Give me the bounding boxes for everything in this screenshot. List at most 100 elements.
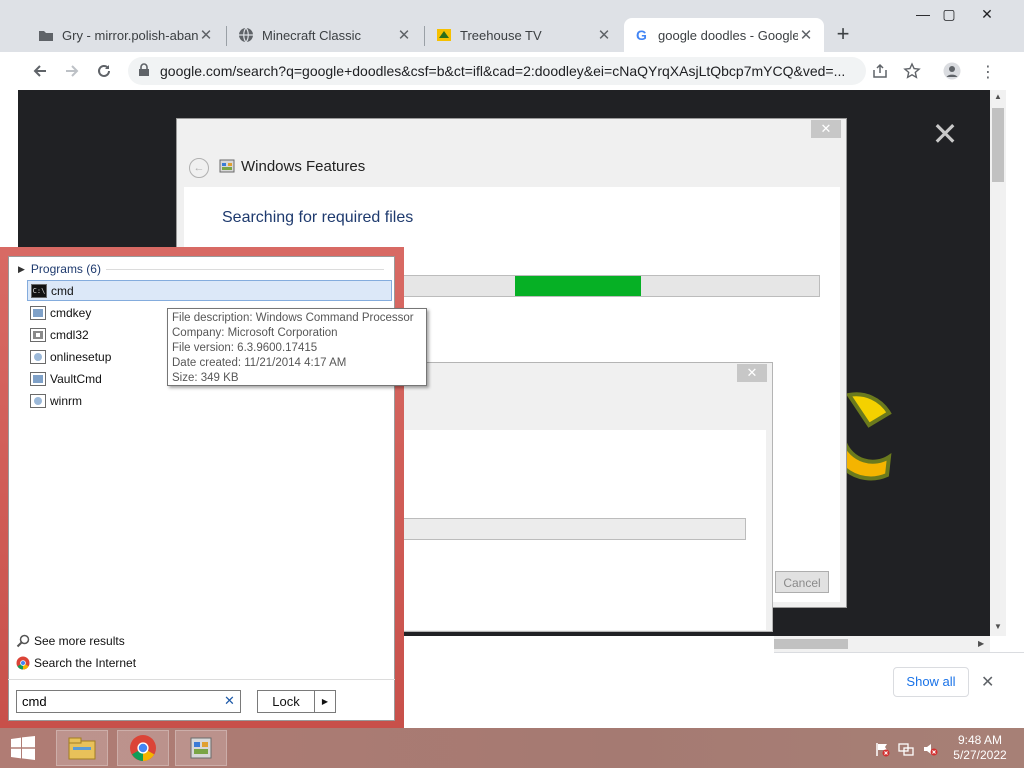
setup-icon xyxy=(30,349,46,364)
expand-triangle-icon: ▶ xyxy=(18,263,25,274)
taskbar-chrome[interactable] xyxy=(117,730,169,766)
tooltip-company: Company: Microsoft Corporation xyxy=(172,327,338,339)
program-label: cmdl32 xyxy=(50,327,89,342)
scroll-up-icon[interactable]: ▲ xyxy=(994,92,1002,101)
tab-label: google doodles - Google Search xyxy=(658,27,798,43)
download-shelf-close-icon[interactable]: ✕ xyxy=(981,672,994,692)
tab-minecraft[interactable]: Minecraft Classic ✕ xyxy=(228,18,422,52)
doodle-close-icon[interactable]: ✕ xyxy=(930,118,960,150)
search-internet-link[interactable]: Search the Internet xyxy=(16,656,136,670)
scroll-down-icon[interactable]: ▼ xyxy=(994,622,1002,631)
program-winrm[interactable]: winrm xyxy=(27,390,392,411)
file-info-tooltip: File description: Windows Command Proces… xyxy=(167,308,427,386)
vertical-scroll-thumb[interactable] xyxy=(992,108,1004,182)
url-text[interactable]: google.com/search?q=google+doodles&csf=b… xyxy=(160,63,860,79)
tooltip-size: Size: 349 KB xyxy=(172,372,239,384)
dialog-close-button[interactable]: ✕ xyxy=(811,120,841,138)
share-icon[interactable] xyxy=(872,63,888,82)
program-label: onlinesetup xyxy=(50,349,112,364)
cancel-button[interactable]: Cancel xyxy=(775,571,829,593)
bookmark-star-icon[interactable] xyxy=(903,62,921,83)
taskbar-file-explorer[interactable] xyxy=(56,730,108,766)
tab-label: Gry - mirror.polish-abandonware xyxy=(62,27,198,43)
taskbar-windows-features[interactable] xyxy=(175,730,227,766)
chrome-icon xyxy=(130,735,156,761)
maximize-button[interactable]: ▢ xyxy=(934,6,964,24)
tab-google-doodles[interactable]: G google doodles - Google Search ✕ xyxy=(624,18,824,52)
secondary-dialog-close-button[interactable]: ✕ xyxy=(737,364,767,382)
tooltip-version: File version: 6.3.9600.17415 xyxy=(172,342,318,354)
application-icon xyxy=(30,305,46,320)
program-label: cmd xyxy=(51,283,74,298)
svg-text:G: G xyxy=(636,27,647,43)
search-query-text[interactable]: cmd xyxy=(22,694,47,709)
folder-icon xyxy=(38,27,54,43)
file-explorer-icon xyxy=(68,737,96,760)
tab-separator xyxy=(424,26,425,46)
start-search-input[interactable] xyxy=(16,690,241,713)
windows-features-icon xyxy=(190,737,212,759)
taskbar-clock[interactable]: 9:48 AM 5/27/2022 xyxy=(944,733,1016,763)
power-options-arrow-icon[interactable]: ▶ xyxy=(315,691,335,712)
application-icon xyxy=(30,371,46,386)
program-label: winrm xyxy=(50,393,82,408)
new-tab-button[interactable]: + xyxy=(832,23,854,46)
group-divider xyxy=(106,269,384,270)
tab-label: Minecraft Classic xyxy=(262,27,361,43)
windows-features-icon xyxy=(219,158,235,177)
program-label: cmdkey xyxy=(50,305,92,320)
lock-icon[interactable] xyxy=(138,63,150,80)
programs-group-header[interactable]: ▶ Programs (6) xyxy=(18,262,101,276)
back-arrow-icon[interactable]: ← xyxy=(189,158,209,178)
tab-gry[interactable]: Gry - mirror.polish-abandonware ✕ xyxy=(28,18,224,52)
command-prompt-icon: C:\ xyxy=(31,283,47,298)
show-all-button[interactable]: Show all xyxy=(893,667,969,697)
tab-treehouse[interactable]: Treehouse TV ✕ xyxy=(426,18,622,52)
tab-strip: Gry - mirror.polish-abandonware ✕ Minecr… xyxy=(0,0,1024,52)
profile-icon[interactable] xyxy=(943,62,961,83)
program-cmd[interactable]: C:\ cmd xyxy=(27,280,392,301)
action-center-flag-icon[interactable] xyxy=(874,741,890,757)
volume-muted-icon[interactable] xyxy=(922,741,938,757)
globe-icon xyxy=(238,27,254,43)
progress-bar xyxy=(350,275,820,297)
horizontal-scroll-thumb[interactable] xyxy=(774,639,848,649)
network-icon[interactable] xyxy=(898,741,914,757)
close-window-button[interactable]: ✕ xyxy=(972,6,1002,24)
search-icon xyxy=(16,634,30,648)
tab-close-icon[interactable]: ✕ xyxy=(396,26,412,44)
tab-close-icon[interactable]: ✕ xyxy=(798,26,814,44)
progress-bar-fill xyxy=(515,276,641,296)
program-label: VaultCmd xyxy=(50,371,102,386)
programs-group-label: Programs (6) xyxy=(30,262,101,276)
google-icon: G xyxy=(634,27,650,43)
lock-button[interactable]: Lock ▶ xyxy=(257,690,336,713)
reload-icon[interactable] xyxy=(91,58,117,84)
clear-search-icon[interactable]: ✕ xyxy=(224,693,235,709)
clock-date: 5/27/2022 xyxy=(953,748,1007,762)
script-icon xyxy=(30,393,46,408)
doodle-artwork xyxy=(845,392,892,481)
search-divider xyxy=(8,679,395,680)
status-message: Searching for required files xyxy=(222,209,414,226)
see-more-results-link[interactable]: See more results xyxy=(16,634,125,648)
chrome-icon xyxy=(16,656,30,670)
scroll-right-icon[interactable]: ▶ xyxy=(978,639,984,648)
lock-label[interactable]: Lock xyxy=(258,691,315,712)
clock-time: 9:48 AM xyxy=(957,733,1003,747)
start-button[interactable] xyxy=(0,730,46,766)
tooltip-description: File description: Windows Command Proces… xyxy=(172,312,414,324)
connection-manager-icon xyxy=(30,327,46,342)
tab-close-icon[interactable]: ✕ xyxy=(198,26,214,44)
dialog-title: Windows Features xyxy=(241,158,366,175)
windows-logo-icon xyxy=(11,736,35,760)
tab-separator xyxy=(226,26,227,46)
menu-kebab-icon[interactable]: ⋮ xyxy=(980,62,996,82)
tab-label: Treehouse TV xyxy=(460,27,542,43)
tooltip-date-created: Date created: 11/21/2014 4:17 AM xyxy=(172,357,347,369)
forward-icon[interactable] xyxy=(59,58,85,84)
tab-close-icon[interactable]: ✕ xyxy=(596,26,612,44)
see-more-label: See more results xyxy=(34,634,125,648)
secondary-dialog-field xyxy=(400,518,746,540)
back-icon[interactable] xyxy=(27,58,53,84)
